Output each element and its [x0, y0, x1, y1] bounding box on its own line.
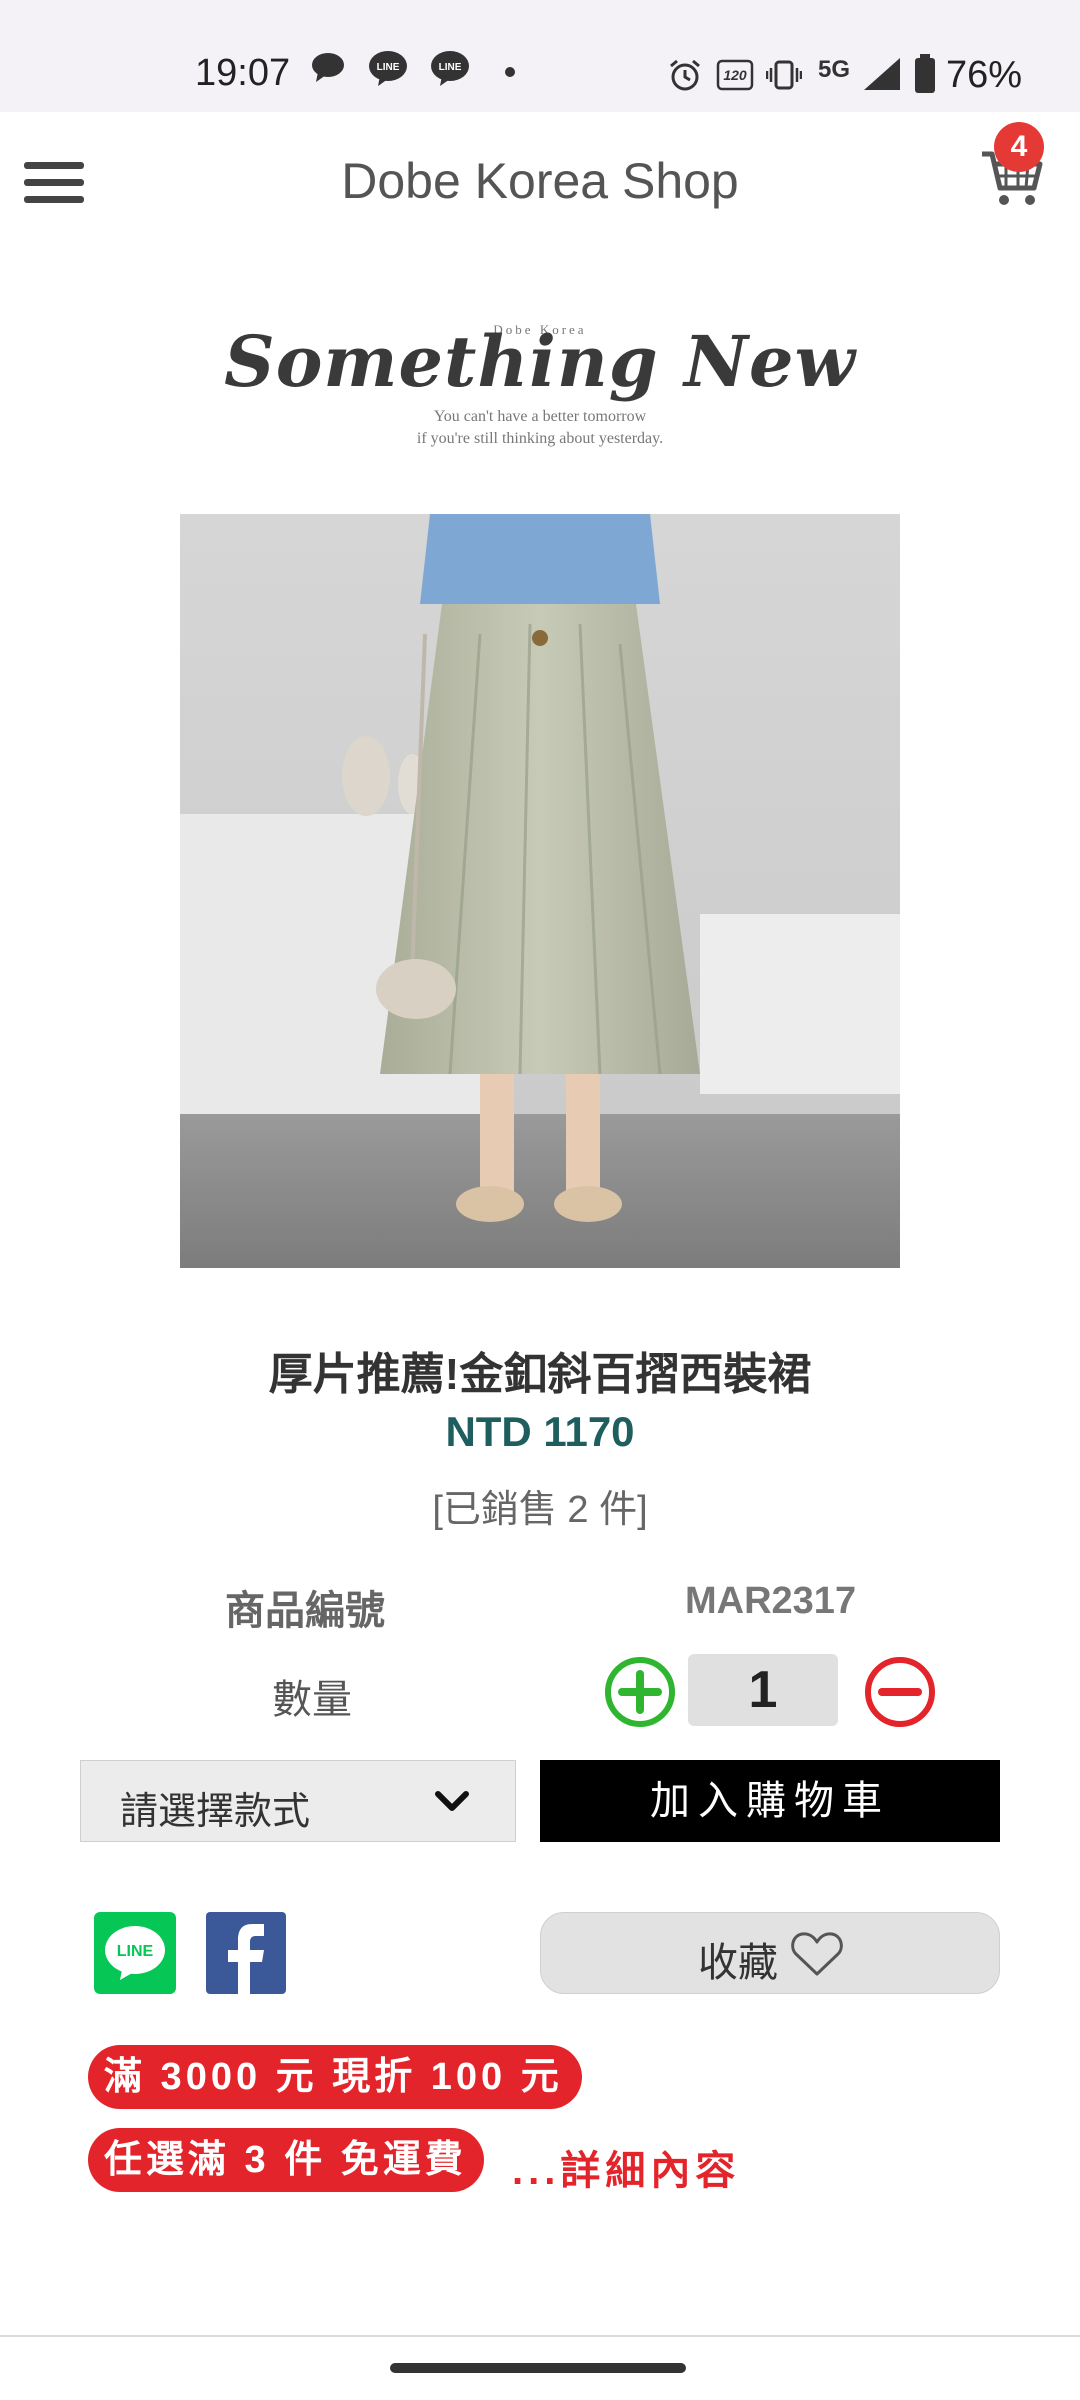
refresh-rate-icon: 120 [716, 59, 754, 91]
product-image[interactable] [180, 514, 900, 1268]
sku-value: MAR2317 [685, 1580, 857, 1622]
line-icon: LINE [431, 51, 469, 86]
sold-count: [已銷售 2 件] [432, 1489, 648, 1531]
gesture-navigation-bar[interactable] [390, 2363, 686, 2373]
svg-text:LINE: LINE [439, 62, 462, 73]
alarm-icon [670, 59, 700, 91]
promo-badge-free-shipping: 任選滿 3 件 免運費 [88, 2128, 484, 2192]
network-type: 5G [818, 56, 851, 83]
promo-details-link[interactable]: ...詳細內容 [512, 2138, 740, 2196]
chevron-down-icon [435, 1791, 469, 1811]
line-icon: LINE [369, 51, 407, 86]
bottom-divider [0, 2335, 1080, 2337]
chat-icon [312, 53, 344, 82]
status-time: 19:07 [195, 52, 291, 94]
facebook-share-icon[interactable] [206, 1912, 286, 1994]
sku-label: 商品編號 [225, 1589, 385, 1633]
svg-text:120: 120 [723, 67, 747, 83]
svg-text:LINE: LINE [117, 1943, 154, 1960]
svg-text:LINE: LINE [377, 62, 400, 73]
favorite-label: 收藏 [698, 1941, 778, 1985]
add-to-cart-button[interactable]: 加入購物車 [540, 1760, 1000, 1842]
battery-icon [915, 54, 935, 93]
promo-badge-discount: 滿 3000 元 現折 100 元 [88, 2045, 582, 2109]
brand-subtitle-2: if you're still thinking about yesterday… [416, 430, 664, 447]
style-select-label: 請選擇款式 [120, 1791, 311, 1833]
signal-icon [864, 58, 900, 90]
brand-script-logo: Something New [224, 320, 856, 403]
vibrate-icon [766, 60, 802, 90]
quantity-label: 數量 [272, 1678, 352, 1722]
product-price: NTD 1170 [445, 1408, 635, 1455]
line-share-icon[interactable]: LINE [94, 1912, 176, 1994]
heart-icon [791, 1932, 843, 1976]
brand-subtitle-1: You can't have a better tomorrow [433, 408, 647, 425]
product-title: 厚片推薦!金釦斜百摺西裝裙 [268, 1350, 812, 1399]
quantity-increase-button[interactable] [604, 1656, 676, 1728]
dot-icon [505, 67, 515, 77]
quantity-value[interactable]: 1 [688, 1654, 838, 1726]
quantity-decrease-button[interactable] [864, 1656, 936, 1728]
battery-level: 76% [946, 54, 1023, 96]
cart-count-badge: 4 [994, 122, 1044, 172]
app-title: Dobe Korea Shop [341, 153, 739, 209]
